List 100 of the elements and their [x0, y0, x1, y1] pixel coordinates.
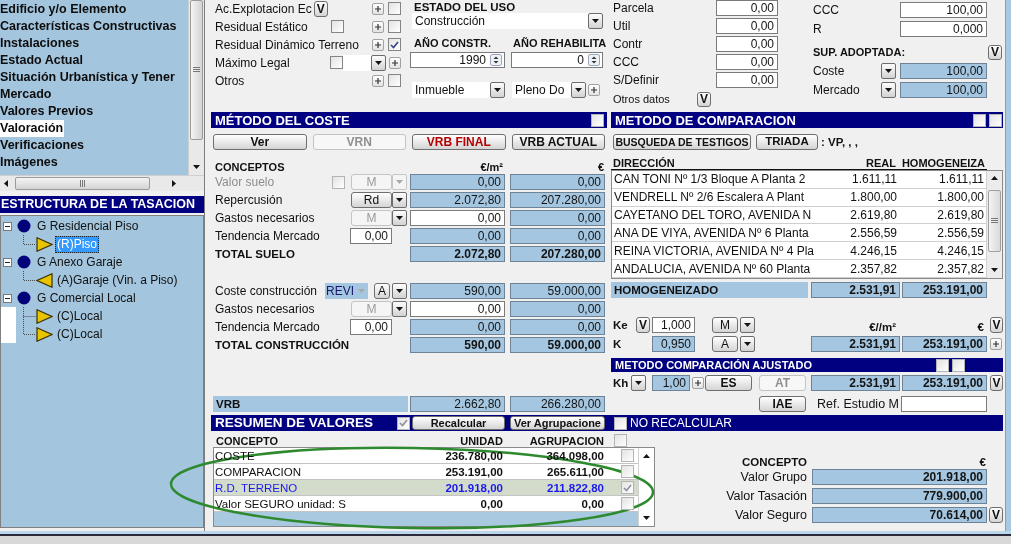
checkbox[interactable] [388, 38, 401, 51]
action-button[interactable]: VRB FINAL [412, 134, 506, 150]
table-row[interactable]: ANA DE VIYA, AVENIDA Nº 6 Planta 2.556,59 2.556,59 [612, 224, 986, 243]
scrollbar[interactable] [188, 0, 204, 175]
input-field[interactable]: 0,00 [350, 319, 392, 335]
checkbox[interactable] [591, 113, 604, 127]
nav-item[interactable]: Imágenes [0, 154, 59, 171]
scrollbar-thumb[interactable] [988, 190, 1001, 252]
action-button[interactable]: V [697, 91, 711, 107]
tree-item[interactable]: (A)Garaje (Vin. a Piso) [55, 271, 180, 289]
table-row[interactable]: R.D. TERRENO 201.918,00 211.822,80 [214, 480, 638, 496]
nav-item[interactable]: Verificaciones [0, 137, 86, 154]
nav-item[interactable]: Mercado [0, 86, 53, 103]
nav-item[interactable]: Valores Previos [0, 103, 95, 120]
action-button[interactable]: TRIADA [756, 134, 818, 150]
nav-item[interactable]: Valoración [0, 120, 65, 137]
input-field[interactable]: 0,00 [716, 72, 778, 88]
table-row[interactable]: Valor SEGURO unidad: S 0,00 0,00 [214, 496, 638, 512]
scrollbar[interactable] [986, 171, 1002, 278]
add-button[interactable] [372, 74, 384, 87]
nav-item[interactable]: Características Constructivas [0, 18, 178, 35]
action-button[interactable]: IAE [759, 396, 806, 412]
input-field[interactable] [901, 396, 987, 412]
select-field[interactable]: Construcción [412, 13, 603, 29]
option-select[interactable]: A [374, 283, 390, 299]
nav-item[interactable]: Situación Urbanística y Tener [0, 69, 176, 86]
dropdown-button[interactable] [392, 301, 407, 317]
dropdown-button[interactable] [392, 192, 407, 208]
tree-group[interactable]: G Residencial Piso [37, 219, 139, 233]
checkbox[interactable] [621, 497, 634, 510]
dropdown-button[interactable] [881, 82, 896, 98]
add-button[interactable] [372, 20, 384, 33]
tree-group[interactable]: G Comercial Local [37, 291, 136, 305]
action-button[interactable]: V [990, 375, 1003, 391]
input-field[interactable]: 0,00 [716, 0, 778, 16]
dropdown-button[interactable] [588, 13, 603, 29]
action-button[interactable]: V [313, 0, 328, 17]
action-button[interactable]: V [988, 44, 1002, 60]
action-button[interactable]: ES [705, 375, 752, 391]
select-field[interactable]: REVI [325, 283, 368, 299]
tree-group[interactable]: G Anexo Garaje [37, 255, 123, 269]
input-field[interactable]: 1,000 [652, 317, 695, 333]
select-field[interactable]: Pleno Do [512, 82, 586, 98]
input-field[interactable]: 0,000 [900, 21, 987, 37]
dropdown-button[interactable] [571, 82, 586, 98]
collapse-icon[interactable] [3, 257, 12, 267]
checkbox[interactable] [952, 358, 965, 372]
action-button[interactable]: Ver Agrupacione [510, 416, 605, 430]
checkbox[interactable] [989, 113, 1002, 127]
collapse-icon[interactable] [3, 221, 12, 231]
checkbox[interactable] [388, 20, 401, 33]
option-select[interactable]: M [712, 317, 738, 333]
scrollbar-thumb[interactable] [15, 177, 150, 190]
action-button[interactable]: V [636, 317, 650, 333]
input-field[interactable]: 0,00 [716, 18, 778, 34]
add-button[interactable] [389, 56, 401, 69]
input-field[interactable] [343, 54, 371, 71]
action-button[interactable]: VRB ACTUAL [511, 134, 605, 150]
checkbox[interactable] [614, 416, 627, 430]
checkbox[interactable] [330, 56, 343, 69]
dropdown-button[interactable] [740, 336, 755, 352]
nav-item[interactable]: Edificio y/o Elemento [0, 1, 128, 18]
checkbox[interactable] [614, 434, 627, 447]
checkbox[interactable] [621, 465, 634, 478]
input-field[interactable]: 0,00 [350, 228, 392, 244]
action-button[interactable]: Recalcular [412, 416, 505, 430]
table-row[interactable]: COMPARACION 253.191,00 265.611,00 [214, 464, 638, 480]
add-button[interactable] [990, 338, 1002, 350]
checkbox[interactable] [388, 74, 401, 87]
option-select[interactable]: A [712, 336, 738, 352]
table-row[interactable]: REINA VICTORIA, AVENIDA Nº 4 Pla 4.246,15 4.246,15 [612, 242, 986, 261]
checkbox[interactable] [621, 449, 634, 462]
spin-field[interactable]: 1990 [410, 52, 505, 68]
collapse-icon[interactable] [3, 293, 12, 303]
action-button[interactable]: BUSQUEDA DE TESTIGOS [613, 134, 751, 150]
nav-item[interactable]: Estado Actual [0, 52, 84, 69]
input-field[interactable]: 0,00 [716, 36, 778, 52]
dropdown-button[interactable] [490, 82, 505, 98]
dropdown-button[interactable] [881, 63, 896, 79]
action-button[interactable]: V [990, 317, 1003, 333]
dropdown-button[interactable] [371, 54, 386, 71]
input-field[interactable]: 100,00 [900, 2, 987, 18]
action-button[interactable]: Ver [213, 134, 307, 150]
dropdown-button[interactable] [740, 317, 755, 333]
dropdown-button[interactable] [392, 210, 407, 226]
checkbox[interactable] [973, 113, 986, 127]
nav-item[interactable]: Instalaciones [0, 35, 81, 52]
checkbox[interactable] [936, 358, 949, 372]
input-field[interactable]: 0,00 [716, 54, 778, 70]
table-row[interactable]: ANDALUCIA, AVENIDA Nº 60 Planta 2.357,82 2.357,82 [612, 260, 986, 278]
checkbox[interactable] [621, 481, 634, 494]
table-row[interactable]: CAN TONI Nº 1/3 Bloque A Planta 2 1.611,11 1.611,11 [612, 171, 986, 189]
add-button[interactable] [692, 377, 704, 389]
table-row[interactable]: VENDRELL Nº 2/6 Escalera A Plant 1.800,00 1.800,00 [612, 188, 986, 207]
table-row[interactable]: CAYETANO DEL TORO, AVENIDA N 2.619,80 2.619,80 [612, 206, 986, 225]
dropdown-button[interactable] [631, 375, 646, 391]
input-field[interactable]: 0,00 [410, 210, 505, 226]
option-select[interactable]: Rd [351, 192, 392, 208]
checkbox[interactable] [397, 416, 410, 430]
tree-item[interactable]: (C)Local [55, 307, 105, 325]
